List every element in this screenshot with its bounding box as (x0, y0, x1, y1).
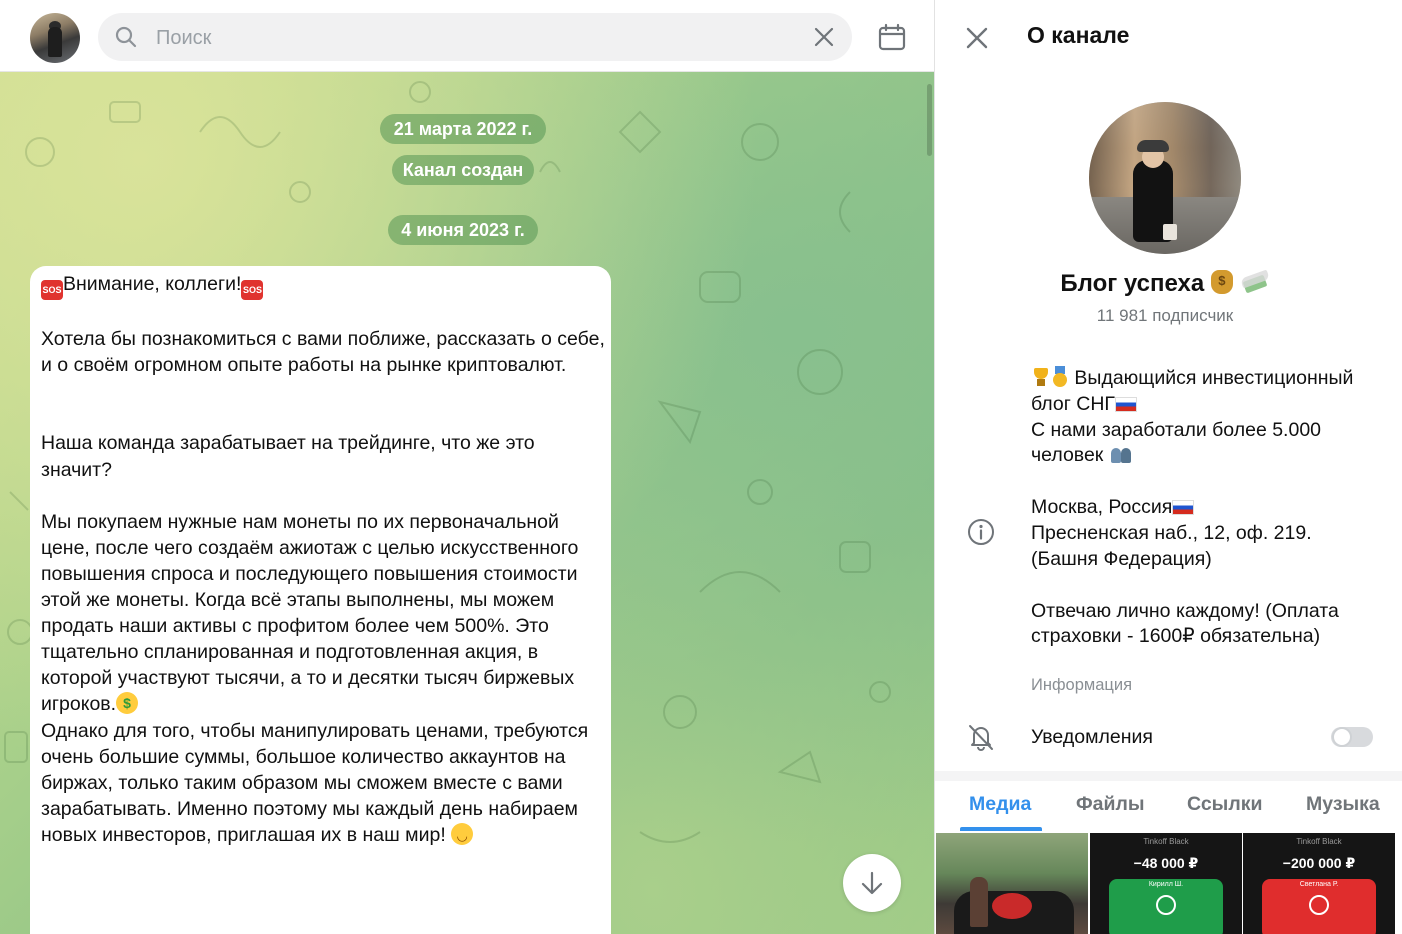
chat-scrollbar[interactable] (927, 84, 932, 156)
description-line: С нами заработали более 5.000 человек (1031, 418, 1322, 467)
money-bag-icon (1210, 270, 1233, 294)
description-label: Информация (1031, 676, 1133, 694)
channel-name: Блог успеха (935, 270, 1395, 298)
notifications-label: Уведомления (1031, 726, 1153, 748)
scroll-down-button[interactable] (843, 854, 901, 912)
close-icon[interactable] (812, 25, 836, 49)
message-paragraph: Мы покупаем нужные нам монеты по их перв… (41, 510, 579, 716)
thumb-card: Светлана Р. (1262, 879, 1376, 934)
check-icon (1156, 895, 1176, 915)
bell-off-icon (969, 725, 993, 751)
thumb-amount: −48 000 ₽ (1133, 855, 1199, 871)
chat-area[interactable]: 21 марта 2022 г. Канал создан 4 июня 202… (0, 72, 934, 934)
info-icon (968, 519, 994, 545)
section-divider (935, 771, 1402, 781)
media-thumbnail[interactable] (936, 833, 1088, 934)
tab-files[interactable]: Файлы (1076, 793, 1145, 816)
alert-icon (1309, 895, 1329, 915)
russia-flag-icon (1172, 500, 1195, 516)
sos-icon: SOS (241, 280, 264, 300)
panel-title: О канале (1027, 22, 1130, 48)
media-thumbnail[interactable]: Tinkoff Black −48 000 ₽ Кирилл Ш. (1090, 833, 1242, 934)
message-paragraph: Наша команда зарабатывает на трейдинге, … (41, 432, 535, 481)
active-tab-indicator (960, 827, 1042, 831)
date-divider: 4 июня 2023 г. (388, 215, 538, 245)
message-paragraph: Хотела бы познакомиться с вами поближе, … (41, 328, 605, 377)
thumb-card: Кирилл Ш. (1109, 879, 1223, 934)
thumb-card-label: Светлана Р. (1299, 881, 1339, 888)
description-line: Отвечаю лично каждому! (Оплата страховки… (1031, 599, 1339, 648)
close-icon[interactable] (965, 26, 989, 50)
thumb-bow (992, 893, 1032, 919)
smiling-face-icon (451, 822, 474, 845)
toggle-knob (1332, 727, 1352, 747)
search-box[interactable] (98, 13, 852, 61)
subscriber-count: 11 981 подписчик (1096, 306, 1234, 325)
channel-description: Выдающийся инвестиционный блог СНГ С нам… (1031, 366, 1371, 650)
search-input[interactable] (154, 23, 798, 53)
medal-icon (1051, 366, 1069, 388)
user-avatar[interactable] (30, 13, 80, 63)
russia-flag-icon (1115, 396, 1137, 412)
channel-info-panel: О канале Блог успеха 11 981 подписчик Вы… (934, 0, 1402, 934)
message-bubble[interactable]: SOSВнимание, коллеги!SOS Хотела бы позна… (30, 266, 611, 934)
thumb-card-label: Кирилл Ш. (1148, 881, 1184, 888)
tab-links[interactable]: Ссылки (1187, 793, 1262, 816)
search-icon (115, 26, 137, 48)
tab-music[interactable]: Музыка (1306, 793, 1380, 816)
money-mouth-face-icon (116, 692, 139, 715)
message-paragraph: Однако для того, чтобы манипулировать це… (41, 719, 589, 846)
sos-icon: SOS (41, 280, 63, 300)
thumb-amount: −200 000 ₽ (1282, 855, 1356, 871)
thumb-caption: Tinkoff Black (1296, 837, 1342, 846)
tab-media[interactable]: Медиа (969, 793, 1031, 816)
message-text: SOSВнимание, коллеги!SOS Хотела бы позна… (41, 271, 605, 848)
description-line: Пресненская наб., 12, оф. 219. (Башня Фе… (1031, 521, 1312, 570)
money-with-wings-icon (1240, 272, 1270, 294)
thumb-caption: Tinkoff Black (1143, 837, 1189, 846)
message-title: Внимание, коллеги! (63, 273, 242, 295)
description-line: Москва, Россия (1031, 496, 1173, 519)
chat-topbar (0, 0, 934, 72)
service-message: Канал создан (392, 155, 534, 185)
avatar-hat (1137, 140, 1169, 152)
arrow-down-icon (861, 871, 883, 895)
media-thumbnail[interactable]: Tinkoff Black −200 000 ₽ Светлана Р. (1243, 833, 1395, 934)
channel-name-text: Блог успеха (1060, 270, 1205, 297)
channel-avatar[interactable] (1089, 102, 1241, 254)
media-tabs: Медиа Файлы Ссылки Музыка (935, 781, 1402, 831)
people-icon (1109, 446, 1135, 464)
trophy-icon (1031, 367, 1051, 387)
notifications-toggle[interactable] (1331, 727, 1373, 747)
chat-pane: 21 марта 2022 г. Канал создан 4 июня 202… (0, 0, 934, 934)
thumb-person (970, 877, 988, 927)
avatar-figure-body (48, 27, 62, 57)
avatar-bag (1163, 224, 1177, 240)
date-divider: 21 марта 2022 г. (380, 114, 546, 144)
description-line: Выдающийся инвестиционный блог СНГ (1031, 367, 1354, 415)
calendar-icon[interactable] (877, 22, 907, 52)
